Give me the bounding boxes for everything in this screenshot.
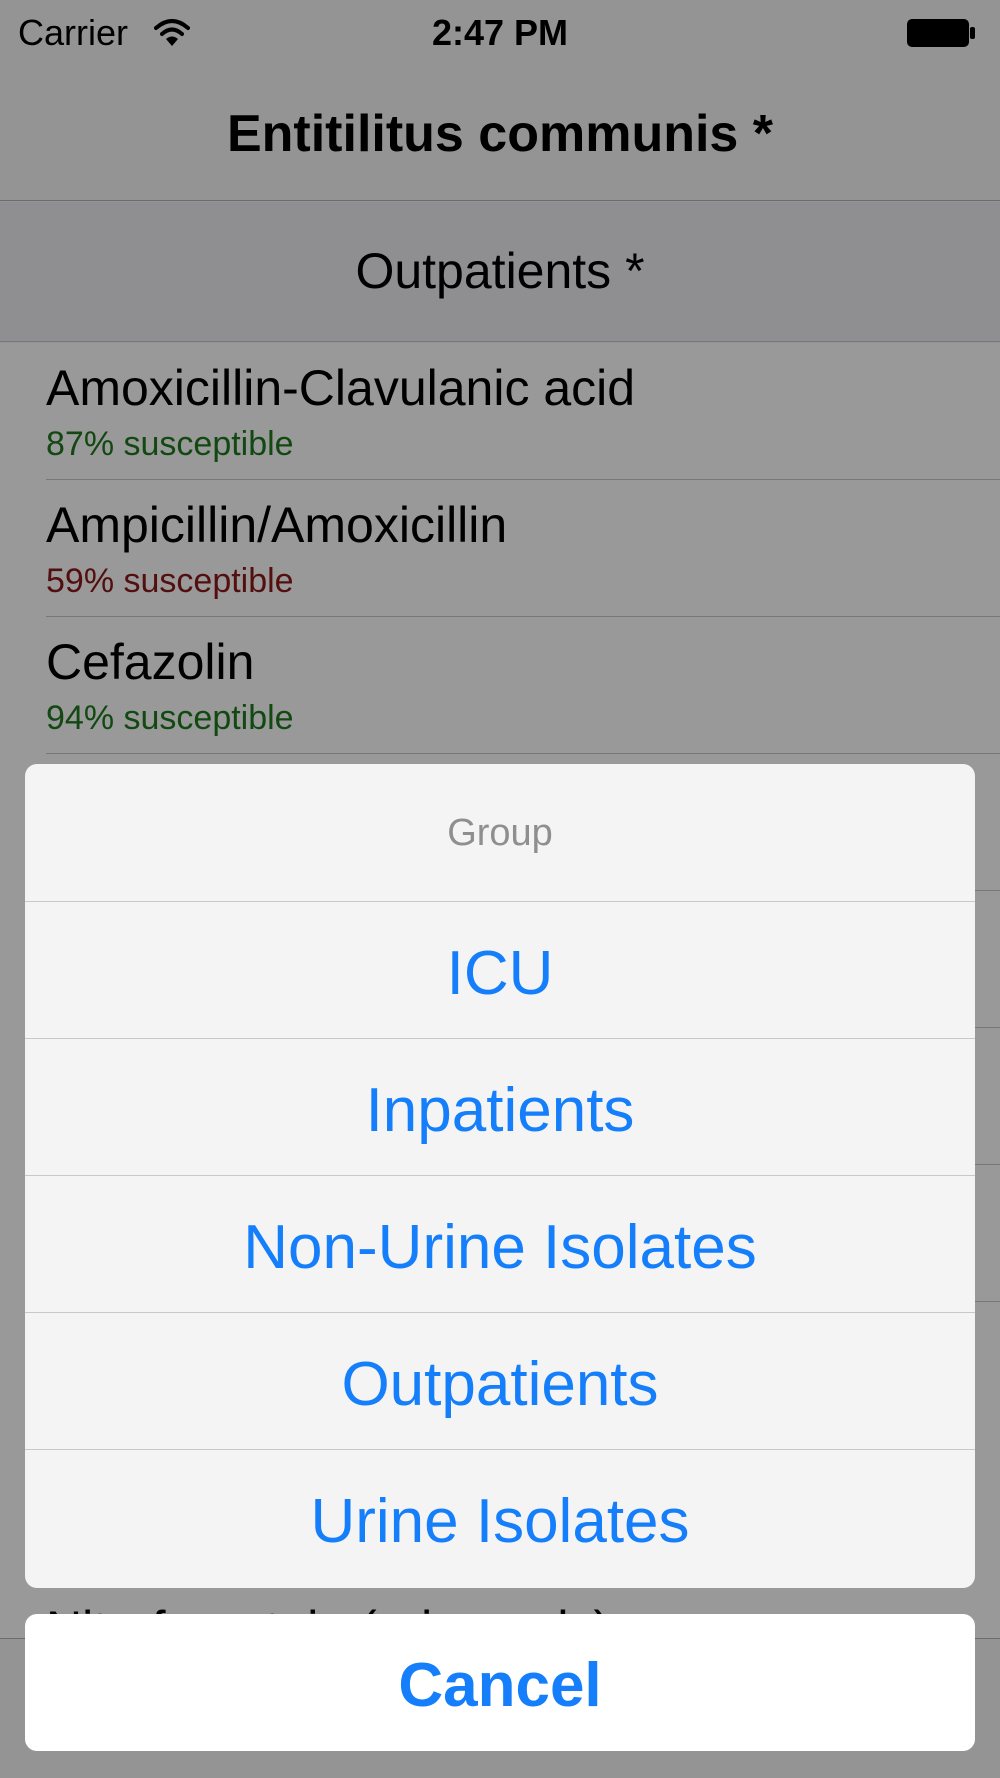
action-sheet: Group ICU Inpatients Non-Urine Isolates … [25, 764, 975, 1588]
option-non-urine-isolates-button[interactable]: Non-Urine Isolates [25, 1176, 975, 1313]
option-inpatients-button[interactable]: Inpatients [25, 1039, 975, 1176]
option-icu-button[interactable]: ICU [25, 902, 975, 1039]
option-label: Non-Urine Isolates [243, 1213, 757, 1282]
option-urine-isolates-button[interactable]: Urine Isolates [25, 1450, 975, 1587]
option-label: Outpatients [341, 1350, 659, 1419]
action-sheet-header: Group [25, 764, 975, 902]
action-sheet-title: Group [447, 812, 553, 854]
option-label: Urine Isolates [310, 1487, 690, 1556]
cancel-label: Cancel [398, 1651, 602, 1720]
option-outpatients-button[interactable]: Outpatients [25, 1313, 975, 1450]
app-screen: Carrier 2:47 PM Entitilitus communis * O… [0, 0, 1000, 1778]
cancel-button[interactable]: Cancel [25, 1614, 975, 1751]
option-label: Inpatients [365, 1076, 635, 1145]
option-label: ICU [446, 939, 554, 1008]
